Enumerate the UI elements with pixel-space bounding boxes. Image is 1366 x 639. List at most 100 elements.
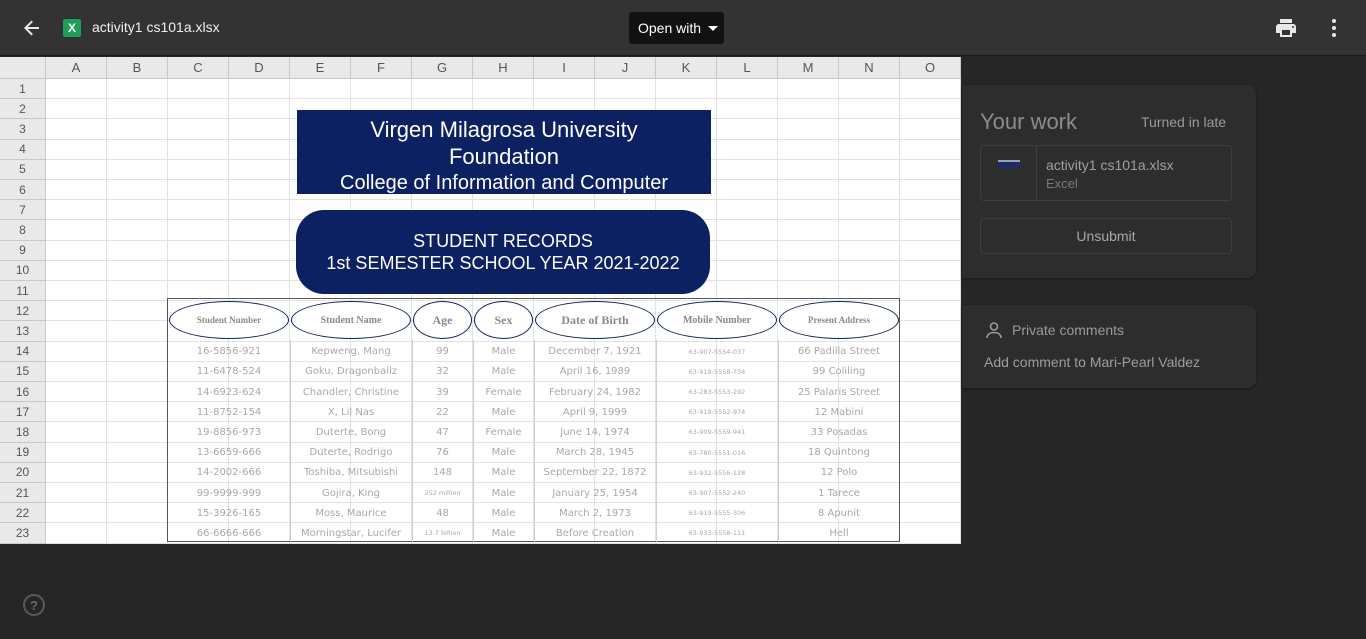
table-cell: 66 Padilla Street: [798, 346, 880, 358]
column-header-i: I: [534, 57, 595, 79]
viewer-toolbar: X activity1 cs101a.xlsx Open with: [0, 0, 1366, 56]
table-cell: Duterte, Rodrigo: [309, 447, 393, 459]
column-header-l: L: [717, 57, 778, 79]
open-with-button[interactable]: Open with: [629, 12, 724, 44]
table-cell: Male: [491, 507, 516, 519]
table-cell: Male: [491, 487, 516, 499]
unsubmit-button[interactable]: Unsubmit: [980, 218, 1232, 254]
table-header-student-name: Student Name: [291, 301, 411, 339]
grid-column-line: [960, 79, 961, 543]
table-cell: 13.7 billion: [424, 529, 461, 538]
person-icon: [984, 320, 1004, 340]
help-icon[interactable]: ?: [23, 594, 45, 616]
table-cell: 16-5856-921: [196, 346, 262, 358]
table-cell: 14-2002-666: [196, 467, 262, 479]
attachment-chip[interactable]: activity1 cs101a.xlsx Excel: [980, 145, 1232, 201]
more-options-icon[interactable]: [1322, 16, 1346, 40]
table-cell: 66-6666-666: [196, 527, 262, 539]
table-cell: 32: [436, 366, 449, 378]
column-header-d: D: [229, 57, 290, 79]
table-cell: Goku, Dragonballz: [304, 366, 398, 378]
table-cell: Male: [491, 527, 516, 539]
attachment-name: activity1 cs101a.xlsx: [1046, 157, 1174, 173]
table-cell: 76: [436, 447, 449, 459]
column-header-g: G: [412, 57, 473, 79]
table-cell: 11-8752-154: [196, 406, 262, 418]
table-cell: 99: [436, 346, 449, 358]
row-header-12: 12: [0, 301, 46, 322]
table-cell: Duterte, Bong: [315, 426, 387, 438]
add-comment-link[interactable]: Add comment to Mari-Pearl Valdez: [984, 354, 1200, 370]
university-banner: Virgen Milagrosa University Foundation C…: [297, 110, 711, 194]
column-header-f: F: [351, 57, 412, 79]
table-cell: 33 Posadas: [810, 426, 868, 438]
row-header-4: 4: [0, 139, 46, 160]
table-cell: 19-8856-973: [196, 426, 262, 438]
table-header-age: Age: [413, 301, 472, 339]
excel-file-icon: X: [63, 19, 81, 37]
table-cell: 63-919-5552-974: [688, 408, 746, 417]
grid-column-line: [106, 79, 107, 543]
row-header-1: 1: [0, 79, 46, 100]
table-cell: 252 million: [424, 489, 461, 497]
table-cell: June 14, 1974: [560, 426, 630, 438]
row-header-8: 8: [0, 220, 46, 241]
table-cell: 12 Polo: [820, 467, 858, 479]
table-cell: 48: [436, 507, 449, 519]
table-cell: Female: [485, 426, 522, 438]
your-work-card: Your work Turned in late activity1 cs101…: [962, 85, 1256, 278]
spreadsheet-preview[interactable]: Virgen Milagrosa University Foundation C…: [0, 57, 961, 544]
table-cell: 63-919-5555-306: [688, 509, 746, 518]
table-cell: March 28, 1945: [555, 447, 635, 459]
row-header-2: 2: [0, 99, 46, 120]
table-cell: 1 Tarece: [818, 487, 860, 499]
row-header-20: 20: [0, 462, 46, 483]
table-cell: 148: [432, 467, 453, 479]
column-header-j: J: [595, 57, 656, 79]
table-cell: 63-907-5554-037: [688, 347, 746, 356]
banner-line-1: Virgen Milagrosa University: [370, 117, 638, 142]
table-cell: 18 Quintong: [808, 447, 870, 459]
row-header-11: 11: [0, 281, 46, 302]
table-cell: 25 Palaris Street: [797, 386, 881, 398]
table-cell: January 25, 1954: [552, 487, 638, 499]
table-header-sex: Sex: [474, 301, 533, 339]
table-cell: Gojira, King: [321, 487, 381, 499]
dropdown-caret-icon: [708, 25, 719, 31]
open-with-label: Open with: [638, 20, 702, 36]
table-cell: Male: [491, 447, 516, 459]
table-cell: Male: [491, 467, 516, 479]
column-header-h: H: [473, 57, 534, 79]
row-header-22: 22: [0, 503, 46, 524]
row-header-13: 13: [0, 321, 46, 342]
row-header-21: 21: [0, 483, 46, 504]
column-header-a: A: [46, 57, 107, 79]
grid-row-line: [46, 98, 961, 100]
row-header-16: 16: [0, 382, 46, 403]
table-cell: Before Creation: [555, 527, 635, 539]
banner-line-3: College of Information and Computer: [340, 172, 668, 194]
table-cell: 14-6923-624: [196, 386, 262, 398]
print-icon[interactable]: [1274, 16, 1298, 40]
table-cell: Male: [491, 346, 516, 358]
table-cell: 63-933-5558-111: [688, 529, 746, 538]
table-cell: March 2, 1973: [559, 507, 631, 519]
your-work-title: Your work: [980, 109, 1078, 134]
table-cell: 99-9999-999: [196, 487, 262, 499]
table-cell: 63-907-5552-240: [688, 489, 746, 497]
records-title: STUDENT RECORDS: [413, 231, 593, 251]
row-header-3: 3: [0, 119, 46, 140]
column-header-n: N: [839, 57, 900, 79]
table-cell: 63-780-5551-016: [688, 448, 746, 457]
table-cell: Kepweng, Mang: [311, 346, 391, 358]
table-cell: 12 Mabini: [814, 406, 864, 418]
table-header-student-number: Student Number: [169, 301, 289, 339]
table-cell: 63-909-5559-941: [688, 428, 746, 437]
table-cell: 99 Coliling: [812, 366, 866, 378]
table-cell: 11-6478-524: [196, 366, 262, 378]
attachment-type: Excel: [1046, 176, 1078, 191]
table-cell: April 16, 1989: [559, 366, 631, 378]
table-cell: 15-3926-165: [196, 507, 262, 519]
back-arrow-icon[interactable]: [18, 14, 46, 42]
column-header-e: E: [290, 57, 351, 79]
